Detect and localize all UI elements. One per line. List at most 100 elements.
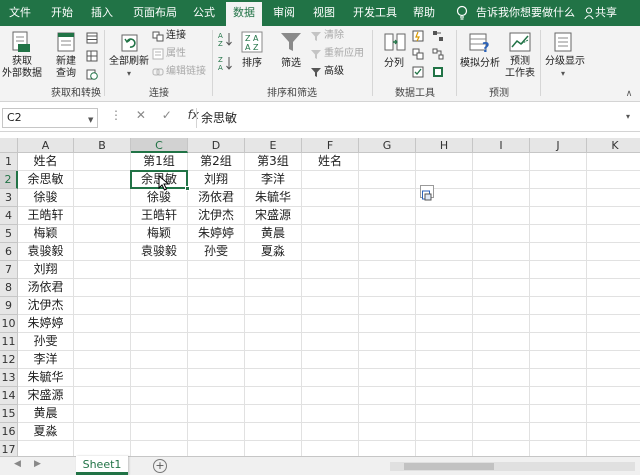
cell-c4[interactable]: 王皓轩 (131, 207, 188, 225)
fill-handle[interactable] (185, 186, 190, 191)
new-query-button[interactable]: 新建 查询 (48, 56, 84, 80)
cell-k4[interactable] (587, 207, 640, 225)
cell-h17[interactable] (416, 441, 473, 456)
row-header-12[interactable]: 12 (0, 351, 18, 369)
cell-c5[interactable]: 梅颖 (131, 225, 188, 243)
enter-icon[interactable]: ✓ (162, 108, 172, 122)
row-header-16[interactable]: 16 (0, 423, 18, 441)
cell-e14[interactable] (245, 387, 302, 405)
cell-k8[interactable] (587, 279, 640, 297)
cell-d12[interactable] (188, 351, 245, 369)
data-model-icon[interactable] (432, 66, 444, 78)
column-header-g[interactable]: G (359, 138, 416, 153)
cell-k13[interactable] (587, 369, 640, 387)
next-sheet-icon[interactable]: ▶ (34, 459, 41, 469)
cell-i8[interactable] (473, 279, 530, 297)
cell-e11[interactable] (245, 333, 302, 351)
cell-b5[interactable] (74, 225, 131, 243)
cell-j12[interactable] (530, 351, 587, 369)
cell-g8[interactable] (359, 279, 416, 297)
cell-h15[interactable] (416, 405, 473, 423)
cell-b13[interactable] (74, 369, 131, 387)
cell-e12[interactable] (245, 351, 302, 369)
cell-a2[interactable]: 余思敏 (18, 171, 74, 189)
cell-k14[interactable] (587, 387, 640, 405)
column-header-d[interactable]: D (188, 138, 245, 153)
cell-e17[interactable] (245, 441, 302, 456)
cell-a4[interactable]: 王皓轩 (18, 207, 74, 225)
cell-h9[interactable] (416, 297, 473, 315)
reapply-button[interactable]: 重新应用 (324, 47, 364, 60)
cell-a17[interactable] (18, 441, 74, 456)
cell-a1[interactable]: 姓名 (18, 153, 74, 171)
cell-a6[interactable]: 袁骏毅 (18, 243, 74, 261)
cell-j17[interactable] (530, 441, 587, 456)
cell-a8[interactable]: 汤依君 (18, 279, 74, 297)
tab-file[interactable]: 文件 (2, 0, 38, 26)
prev-sheet-icon[interactable]: ◀ (14, 459, 21, 469)
edit-links-button[interactable]: 编辑链接 (166, 65, 206, 78)
cell-d10[interactable] (188, 315, 245, 333)
cell-j16[interactable] (530, 423, 587, 441)
recent-sources-icon[interactable] (86, 68, 98, 80)
cell-d13[interactable] (188, 369, 245, 387)
cell-i1[interactable] (473, 153, 530, 171)
advanced-filter-button[interactable]: 高级 (324, 65, 344, 78)
cell-g14[interactable] (359, 387, 416, 405)
cell-c12[interactable] (131, 351, 188, 369)
cell-d11[interactable] (188, 333, 245, 351)
cell-e16[interactable] (245, 423, 302, 441)
cell-a7[interactable]: 刘翔 (18, 261, 74, 279)
column-header-e[interactable]: E (245, 138, 302, 153)
row-header-13[interactable]: 13 (0, 369, 18, 387)
tab-formulas[interactable]: 公式 (186, 0, 222, 26)
cell-f10[interactable] (302, 315, 359, 333)
spreadsheet-grid[interactable]: ABCDEFGHIJK1姓名第1组第2组第3组姓名2余思敏余思敏刘翔李洋3徐骏徐… (0, 138, 640, 456)
cell-a11[interactable]: 孙雯 (18, 333, 74, 351)
cell-e13[interactable] (245, 369, 302, 387)
cell-a5[interactable]: 梅颖 (18, 225, 74, 243)
cell-c13[interactable] (131, 369, 188, 387)
cell-d6[interactable]: 孙雯 (188, 243, 245, 261)
cell-g12[interactable] (359, 351, 416, 369)
forecast-sheet-button[interactable]: 预测 工作表 (502, 56, 538, 80)
cell-h6[interactable] (416, 243, 473, 261)
cell-g13[interactable] (359, 369, 416, 387)
cell-g16[interactable] (359, 423, 416, 441)
cell-c11[interactable] (131, 333, 188, 351)
row-header-15[interactable]: 15 (0, 405, 18, 423)
cell-f4[interactable] (302, 207, 359, 225)
cell-b2[interactable] (74, 171, 131, 189)
cell-c1[interactable]: 第1组 (131, 153, 188, 171)
row-header-14[interactable]: 14 (0, 387, 18, 405)
tell-me-box[interactable]: 告诉我你想要做什么 (476, 0, 575, 26)
cell-h12[interactable] (416, 351, 473, 369)
cell-c17[interactable] (131, 441, 188, 456)
cell-h8[interactable] (416, 279, 473, 297)
cell-j5[interactable] (530, 225, 587, 243)
cell-f8[interactable] (302, 279, 359, 297)
cell-k17[interactable] (587, 441, 640, 456)
tab-data[interactable]: 数据 (226, 2, 262, 26)
row-header-3[interactable]: 3 (0, 189, 18, 207)
cell-j15[interactable] (530, 405, 587, 423)
cell-c9[interactable] (131, 297, 188, 315)
cell-f11[interactable] (302, 333, 359, 351)
sort-descending-icon[interactable]: Z A (218, 55, 234, 71)
cell-i6[interactable] (473, 243, 530, 261)
cell-b10[interactable] (74, 315, 131, 333)
data-validation-icon[interactable] (412, 66, 424, 78)
cell-i17[interactable] (473, 441, 530, 456)
cell-f7[interactable] (302, 261, 359, 279)
cell-g1[interactable] (359, 153, 416, 171)
cell-j13[interactable] (530, 369, 587, 387)
cell-g17[interactable] (359, 441, 416, 456)
column-header-h[interactable]: H (416, 138, 473, 153)
cell-b15[interactable] (74, 405, 131, 423)
refresh-dropdown-icon[interactable]: ▾ (124, 68, 134, 80)
cell-a3[interactable]: 徐骏 (18, 189, 74, 207)
cell-b16[interactable] (74, 423, 131, 441)
horizontal-scrollbar[interactable] (390, 462, 635, 471)
cell-f3[interactable] (302, 189, 359, 207)
cell-a12[interactable]: 李洋 (18, 351, 74, 369)
